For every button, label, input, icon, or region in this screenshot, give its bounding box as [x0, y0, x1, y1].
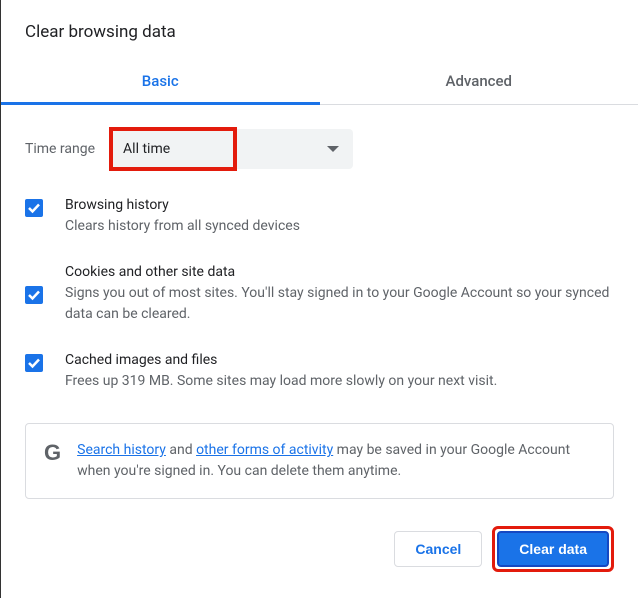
time-range-row: Time range All time [25, 129, 614, 169]
option-desc: Frees up 319 MB. Some sites may load mor… [65, 371, 497, 391]
highlight-box: Clear data [492, 526, 614, 572]
option-desc: Clears history from all synced devices [65, 216, 300, 236]
options-list: Browsing history Clears history from all… [25, 197, 614, 391]
option-cookies: Cookies and other site data Signs you ou… [25, 264, 614, 324]
option-desc: Signs you out of most sites. You'll stay… [65, 283, 614, 324]
cancel-button[interactable]: Cancel [394, 531, 482, 567]
search-history-link[interactable]: Search history [77, 442, 166, 458]
time-range-select[interactable]: All time [109, 129, 353, 169]
checkbox-cached[interactable] [25, 354, 43, 372]
check-icon [27, 356, 41, 370]
checkbox-cookies[interactable] [25, 286, 43, 304]
google-account-notice: G Search history and other forms of acti… [25, 423, 614, 499]
tab-basic[interactable]: Basic [1, 60, 320, 104]
dialog-footer: Cancel Clear data [394, 526, 614, 572]
option-cached: Cached images and files Frees up 319 MB.… [25, 352, 614, 391]
checkbox-browsing-history[interactable] [25, 199, 43, 217]
tab-advanced[interactable]: Advanced [320, 60, 638, 104]
notice-text: Search history and other forms of activi… [77, 440, 595, 482]
time-range-value: All time [109, 141, 327, 157]
check-icon [27, 201, 41, 215]
option-title: Browsing history [65, 197, 300, 213]
dialog-title: Clear browsing data [25, 0, 614, 60]
google-icon: G [44, 440, 61, 466]
check-icon [27, 288, 41, 302]
other-activity-link[interactable]: other forms of activity [196, 442, 333, 458]
chevron-down-icon [327, 146, 339, 152]
clear-data-button[interactable]: Clear data [497, 531, 609, 567]
time-range-label: Time range [25, 141, 95, 157]
clear-browsing-data-dialog: Clear browsing data Basic Advanced Time … [1, 0, 638, 499]
option-browsing-history: Browsing history Clears history from all… [25, 197, 614, 236]
tabs: Basic Advanced [1, 60, 638, 105]
option-title: Cached images and files [65, 352, 497, 368]
option-title: Cookies and other site data [65, 264, 614, 280]
